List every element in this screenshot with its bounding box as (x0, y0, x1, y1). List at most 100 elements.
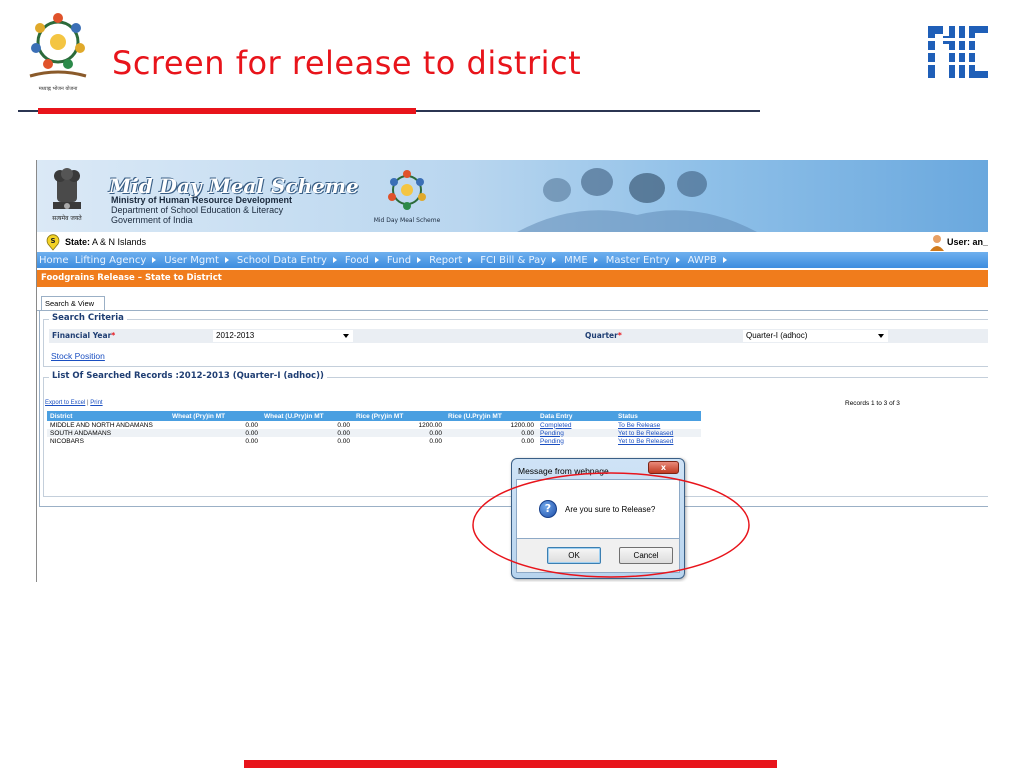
menu-arrow-icon (417, 257, 422, 263)
menu-arrow-icon (675, 257, 680, 263)
cell-status: To Be Release (615, 421, 701, 429)
cell-rice-upry: 0.00 (445, 429, 537, 437)
cell-status: Yet to Be Released (615, 437, 701, 445)
data-entry-link[interactable]: Pending (540, 438, 564, 445)
cell-district: NICOBARS (47, 437, 169, 445)
column-header-district: District (47, 411, 169, 421)
nic-logo-icon (928, 26, 988, 78)
quarter-label-text: Quarter (585, 331, 618, 340)
page-header: Foodgrains Release – State to District (41, 273, 222, 283)
menu-label: User Mgmt (164, 254, 219, 266)
state-badge-icon: S (46, 234, 60, 251)
emblem-caption: सत्यमेव जयते (52, 214, 82, 222)
menu-label: AWPB (687, 254, 717, 266)
table-header-row: District Wheat (Pry)in MT Wheat (U.Pry)i… (47, 411, 701, 421)
export-excel-link[interactable]: Export to Excel (45, 400, 85, 406)
menu-item-master-entry[interactable]: Master Entry (606, 255, 688, 266)
criteria-row: Financial Year* 2012-2013 Quarter* Quart… (49, 329, 988, 343)
title-accent-bar (38, 108, 416, 114)
column-header-wheat-pry: Wheat (Pry)in MT (169, 411, 261, 421)
menu-arrow-icon (224, 257, 229, 263)
required-mark: * (617, 331, 622, 340)
department-line: Department of School Education & Literac… (111, 205, 284, 215)
cell-rice-pry: 0.00 (353, 437, 445, 445)
required-mark: * (111, 331, 116, 340)
stock-position-link[interactable]: Stock Position (51, 351, 105, 361)
quarter-label: Quarter* (585, 331, 622, 340)
menu-label: Food (344, 254, 369, 266)
cell-rice-pry: 0.00 (353, 429, 445, 437)
ministry-line: Ministry of Human Resource Development (111, 195, 293, 205)
user-value: an_s (972, 237, 988, 247)
data-entry-link[interactable]: Pending (540, 430, 564, 437)
financial-year-label: Financial Year* (52, 331, 115, 340)
emblem-icon: सत्यमेव जयते (52, 168, 82, 222)
table-row: MIDDLE AND NORTH ANDAMANS 0.00 0.00 1200… (47, 421, 701, 429)
export-links: Export to Excel | Print (45, 400, 103, 406)
data-entry-link[interactable]: Completed (540, 422, 571, 429)
column-header-status: Status (615, 411, 701, 421)
cell-wheat-upry: 0.00 (261, 437, 353, 445)
status-link[interactable]: To Be Release (618, 422, 660, 429)
cell-wheat-upry: 0.00 (261, 429, 353, 437)
menu-label: Report (429, 254, 463, 266)
footer-accent-bar (244, 760, 777, 768)
menu-item-fund[interactable]: Fund (387, 255, 429, 266)
cell-wheat-upry: 0.00 (261, 421, 353, 429)
print-link[interactable]: Print (90, 400, 102, 406)
state-bar: S State: A & N Islands User: an_s (37, 232, 988, 252)
government-line: Government of India (111, 215, 193, 225)
app-banner: सत्यमेव जयते Mid Day Meal Scheme Ministr… (37, 160, 988, 232)
highlight-ellipse (472, 472, 750, 578)
cell-rice-upry: 0.00 (445, 437, 537, 445)
menu-arrow-icon (552, 257, 557, 263)
user-label: User: (947, 237, 971, 247)
cell-district: SOUTH ANDAMANS (47, 429, 169, 437)
quarter-select[interactable]: Quarter-I (adhoc) (743, 330, 888, 342)
menu-label: Master Entry (605, 254, 670, 266)
menu-item-report[interactable]: Report (429, 255, 480, 266)
menu-arrow-icon (374, 257, 379, 263)
menu-item-food[interactable]: Food (345, 255, 387, 266)
state-value: A & N Islands (92, 237, 147, 247)
menu-label: School Data Entry (236, 254, 327, 266)
logo-left-caption: मध्याह्न भोजन योजना (39, 85, 78, 92)
user-indicator: User: an_s (947, 237, 988, 247)
menu-label: Lifting Agency (74, 254, 147, 266)
cell-district: MIDDLE AND NORTH ANDAMANS (47, 421, 169, 429)
menu-label: MME (564, 254, 588, 266)
cell-wheat-pry: 0.00 (169, 437, 261, 445)
slide: मध्याह्न भोजन योजना Screen for release t… (0, 0, 1024, 768)
cell-wheat-pry: 0.00 (169, 429, 261, 437)
tab-search-view[interactable]: Search & View (41, 296, 105, 311)
menu-arrow-icon (468, 257, 473, 263)
menu-item-home[interactable]: Home (39, 255, 69, 266)
records-legend: List Of Searched Records :2012-2013 (Qua… (49, 371, 327, 381)
banner-logo-caption: Mid Day Meal Scheme (374, 217, 441, 224)
menu-item-school-data-entry[interactable]: School Data Entry (237, 255, 345, 266)
cell-data-entry: Completed (537, 421, 615, 429)
link-separator: | (87, 400, 89, 406)
table-row: NICOBARS 0.00 0.00 0.00 0.00 Pending Yet… (47, 437, 701, 445)
records-count: Records 1 to 3 of 3 (845, 400, 900, 407)
menu-item-lifting-agency[interactable]: Lifting Agency (69, 255, 165, 266)
cell-rice-pry: 1200.00 (353, 421, 445, 429)
table-row: SOUTH ANDAMANS 0.00 0.00 0.00 0.00 Pendi… (47, 429, 701, 437)
state-indicator: State: A & N Islands (65, 237, 146, 247)
cell-rice-upry: 1200.00 (445, 421, 537, 429)
cell-wheat-pry: 0.00 (169, 421, 261, 429)
slide-title: Screen for release to district (112, 44, 582, 82)
menu-item-mme[interactable]: MME (564, 255, 606, 266)
status-link[interactable]: Yet to Be Released (618, 438, 673, 445)
cell-status: Yet to Be Released (615, 429, 701, 437)
menu-item-awpb[interactable]: AWPB (688, 255, 735, 266)
financial-year-select[interactable]: 2012-2013 (213, 330, 353, 342)
page-header-bar: Foodgrains Release – State to District (37, 270, 988, 287)
status-link[interactable]: Yet to Be Released (618, 430, 673, 437)
column-header-rice-pry: Rice (Pry)in MT (353, 411, 445, 421)
chevron-down-icon (343, 334, 349, 338)
menu-item-user-mgmt[interactable]: User Mgmt (164, 255, 237, 266)
svg-text:S: S (50, 237, 55, 245)
menu-item-fci-bill-pay[interactable]: FCI Bill & Pay (480, 255, 564, 266)
students-illustration (517, 168, 757, 232)
